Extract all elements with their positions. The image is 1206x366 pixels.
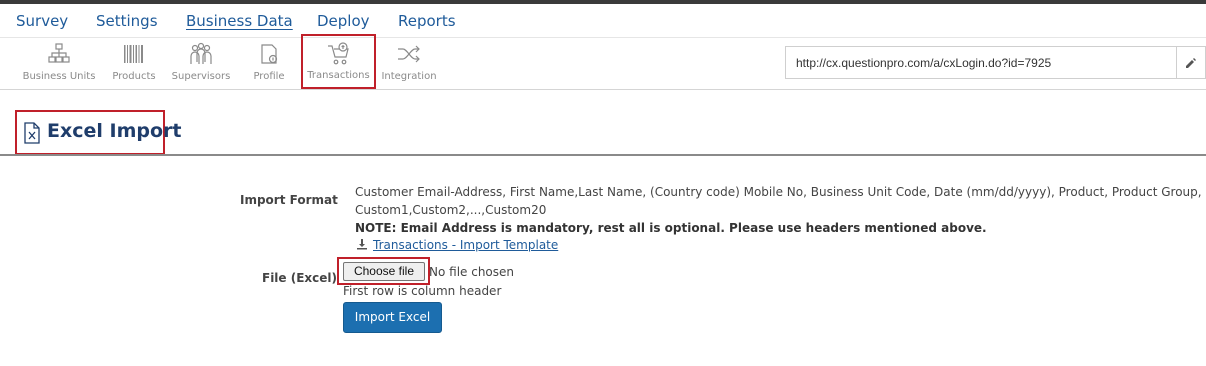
org-chart-icon [47, 42, 71, 70]
page-heading: Excel Import [15, 110, 181, 155]
subnav-label: Transactions [307, 70, 370, 81]
subnav-profile[interactable]: Profile [248, 38, 290, 90]
profile-icon [257, 42, 281, 70]
template-link-label: Transactions - Import Template [373, 238, 559, 252]
import-format-label: Import Format [240, 193, 338, 207]
cart-icon [326, 42, 352, 70]
subnav-integration[interactable]: Integration [380, 38, 438, 90]
subnav-products[interactable]: Products [108, 38, 160, 90]
page-title: Excel Import [47, 120, 182, 142]
edit-url-button[interactable] [1176, 46, 1206, 79]
subnav-transactions[interactable]: Transactions [301, 34, 376, 89]
import-format-columns-cont: Custom1,Custom2,...,Custom20 [355, 203, 547, 217]
excel-file-icon [23, 122, 41, 148]
url-field[interactable] [785, 46, 1177, 79]
people-icon [188, 42, 214, 70]
pencil-icon [1186, 58, 1196, 68]
no-file-status: No file chosen [429, 265, 515, 279]
nav-settings[interactable]: Settings [96, 12, 158, 30]
import-excel-button[interactable]: Import Excel [343, 302, 442, 333]
subnav-supervisors[interactable]: Supervisors [168, 38, 234, 90]
import-template-link[interactable]: Transactions - Import Template [356, 238, 558, 252]
subnav-label: Products [112, 71, 156, 82]
barcode-icon [122, 42, 146, 70]
import-note: NOTE: Email Address is mandatory, rest a… [355, 221, 987, 235]
subnav-business-units[interactable]: Business Units [18, 38, 100, 90]
nav-reports[interactable]: Reports [398, 12, 456, 30]
import-format-columns: Customer Email-Address, First Name,Last … [355, 185, 1202, 199]
main-nav: Survey Settings Business Data Deploy Rep… [0, 4, 1206, 38]
download-icon [357, 239, 367, 250]
nav-business-data[interactable]: Business Data [186, 12, 293, 30]
subnav-label: Integration [381, 71, 437, 82]
subnav-label: Profile [253, 71, 285, 82]
header-hint: First row is column header [343, 284, 502, 298]
subnav-label: Business Units [22, 71, 96, 82]
file-label: File (Excel) [262, 271, 338, 285]
nav-deploy[interactable]: Deploy [317, 12, 370, 30]
nav-survey[interactable]: Survey [16, 12, 68, 30]
choose-file-button[interactable]: Choose file [343, 262, 425, 281]
shuffle-icon [396, 42, 422, 70]
subnav-label: Supervisors [171, 71, 231, 82]
heading-divider [0, 154, 1206, 156]
